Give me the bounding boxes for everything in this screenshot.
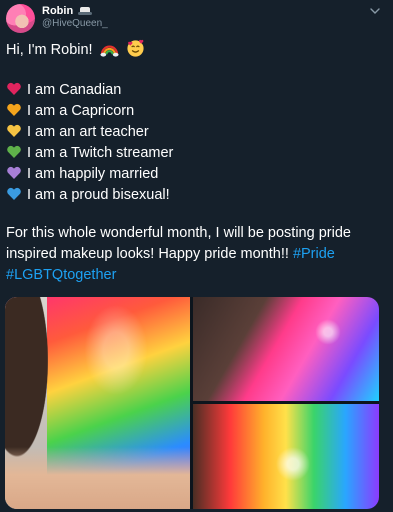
media-photo[interactable]: [193, 404, 379, 509]
hashtag-link[interactable]: #LGBTQtogether: [6, 267, 116, 283]
rainbow-icon: [100, 45, 119, 57]
orange-heart-icon: [7, 103, 21, 116]
display-name[interactable]: Robin: [42, 5, 73, 17]
green-heart-icon: [7, 145, 21, 158]
fact-item: I am a Capricorn: [6, 101, 134, 121]
fact-item: I am Canadian: [6, 80, 121, 100]
fact-item: I am a proud bisexual!: [6, 185, 170, 205]
media-grid: [5, 297, 379, 509]
avatar[interactable]: [6, 4, 35, 33]
fact-item: I am happily married: [6, 164, 158, 184]
cowboy-hat-icon: [78, 6, 93, 16]
author-handle[interactable]: @HiveQueen_: [42, 18, 108, 29]
fact-item: I am an art teacher: [6, 122, 149, 142]
chevron-down-icon[interactable]: [370, 6, 380, 16]
tweet-paragraph-line-1: For this whole wonderful month, I will b…: [6, 225, 351, 241]
fact-text: I am a Capricorn: [27, 103, 135, 119]
fact-item: I am a Twitch streamer: [6, 143, 173, 163]
yellow-heart-icon: [7, 124, 21, 137]
blue-heart-icon: [7, 187, 21, 200]
photo-highlight: [313, 317, 343, 347]
media-photo[interactable]: [5, 297, 190, 509]
tweet-greeting: Hi, I'm Robin!: [6, 42, 93, 58]
smiling-face-with-hearts-icon: [127, 39, 144, 57]
fact-text: I am an art teacher: [27, 124, 149, 140]
fact-text: I am happily married: [27, 166, 159, 182]
media-photo[interactable]: [193, 297, 379, 401]
tweet-greeting-line: Hi, I'm Robin!: [6, 39, 145, 60]
fact-text: I am a proud bisexual!: [27, 187, 170, 203]
tweet: Robin @HiveQueen_ Hi, I'm Robin! I am Ca…: [0, 0, 393, 512]
tweet-paragraph-line-2: inspired makeup looks! Happy pride month…: [6, 244, 335, 264]
red-heart-icon: [7, 82, 21, 95]
photo-shoulders: [5, 447, 190, 509]
tweet-paragraph-text: inspired makeup looks! Happy pride month…: [6, 246, 293, 262]
hashtag-link[interactable]: #Pride: [293, 246, 335, 262]
fact-text: I am Canadian: [27, 82, 122, 98]
author-name-row[interactable]: Robin: [42, 5, 93, 17]
tweet-paragraph-line-3: #LGBTQtogether: [6, 265, 116, 285]
purple-heart-icon: [7, 166, 21, 179]
fact-text: I am a Twitch streamer: [27, 145, 174, 161]
photo-highlight: [273, 444, 313, 484]
